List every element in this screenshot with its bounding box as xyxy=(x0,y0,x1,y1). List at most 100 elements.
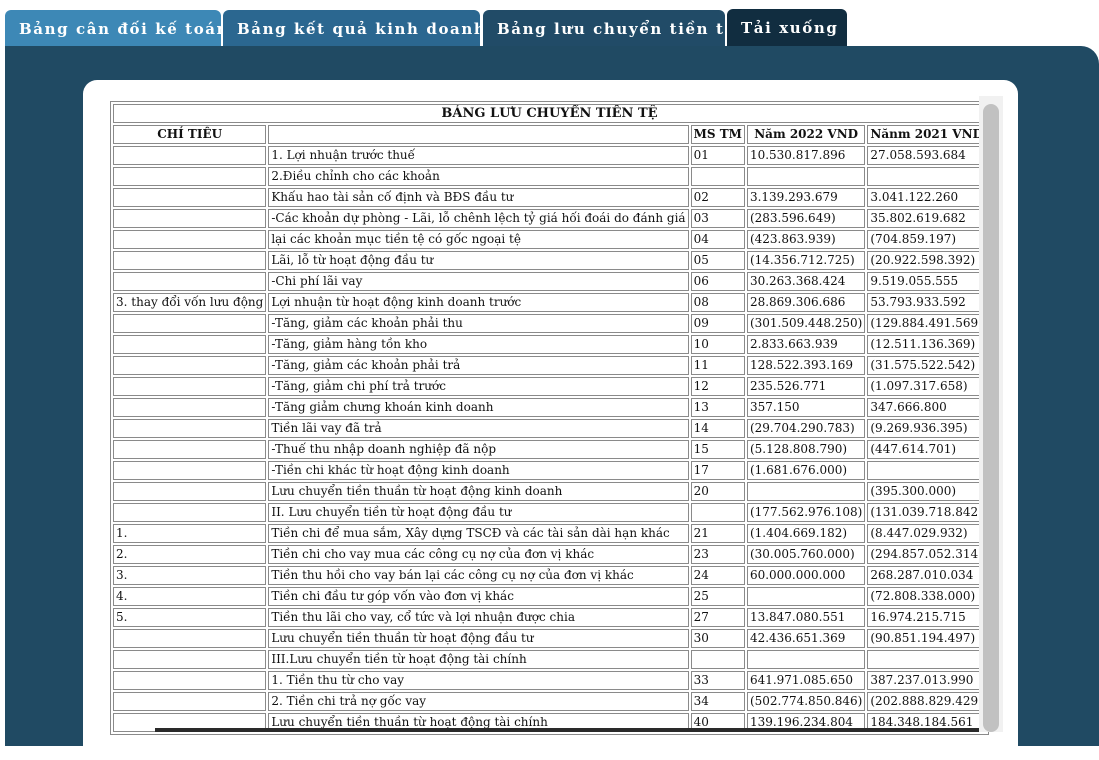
table-row: Lưu chuyển tiền thuần từ hoạt động kinh … xyxy=(113,482,986,501)
cell-description: -Tăng, giảm các khoản phải thu xyxy=(268,314,689,333)
cell-description: Khấu hao tài sản cố định và BĐS đầu tư xyxy=(268,188,689,207)
cell-2022 xyxy=(746,482,866,501)
cell-code: 13 xyxy=(690,398,745,417)
table-row: 5. Tiền thu lãi cho vay, cổ tức và lợi nh… xyxy=(113,608,986,627)
table-row: III.Lưu chuyển tiền từ hoạt động tài chí… xyxy=(113,650,986,669)
cell-indicator: 4. xyxy=(113,587,267,606)
cell-indicator xyxy=(113,356,267,375)
cell-2021: 27.058.593.684 xyxy=(867,146,986,165)
cell-2022: (423.863.939) xyxy=(746,230,866,249)
cell-code: 03 xyxy=(690,209,745,228)
cell-2022: (30.005.760.000) xyxy=(746,545,866,564)
cell-2021: (704.859.197) xyxy=(867,230,986,249)
table-body: 1. Lợi nhuận trước thuế 01 10.530.817.896 2… xyxy=(113,146,986,732)
cell-2022 xyxy=(746,167,866,186)
cell-2021: 268.287.010.034 xyxy=(867,566,986,585)
cell-code xyxy=(690,503,745,522)
cell-2021: 9.519.055.555 xyxy=(867,272,986,291)
table-row: II. Lưu chuyển tiền từ hoạt động đầu tư (… xyxy=(113,503,986,522)
cell-2022: 28.869.306.686 xyxy=(746,293,866,312)
cell-description: Lưu chuyển tiền thuần từ hoạt động đầu t… xyxy=(268,629,689,648)
tab-download[interactable]: Tải xuống xyxy=(727,9,847,48)
cell-2022: 13.847.080.551 xyxy=(746,608,866,627)
cell-2022: 357.150 xyxy=(746,398,866,417)
table-title-row: BẢNG LƯU CHUYỂN TIỀN TỆ xyxy=(113,104,986,123)
cell-indicator xyxy=(113,482,267,501)
cell-indicator xyxy=(113,272,267,291)
cell-indicator xyxy=(113,146,267,165)
cell-indicator xyxy=(113,503,267,522)
cell-indicator xyxy=(113,419,267,438)
cell-description: Lãi, lỗ từ hoạt động đầu tư xyxy=(268,251,689,270)
bottom-edge xyxy=(155,728,979,732)
cell-code: 30 xyxy=(690,629,745,648)
cell-description: Tiền lãi vay đã trả xyxy=(268,419,689,438)
table-row: lại các khoản mục tiền tệ có gốc ngoại t… xyxy=(113,230,986,249)
table-row: -Tiền chi khác từ hoạt động kinh doanh 17… xyxy=(113,461,986,480)
cell-2022 xyxy=(746,587,866,606)
cell-description: -Tăng, giảm hàng tồn kho xyxy=(268,335,689,354)
cell-code xyxy=(690,167,745,186)
table-row: -Tăng giảm chưng khoán kinh doanh 13 357.1… xyxy=(113,398,986,417)
cell-indicator xyxy=(113,314,267,333)
header-year-2022: Năm 2022 VND xyxy=(746,125,866,144)
tab-income-statement[interactable]: Bảng kết quả kinh doanh xyxy=(223,10,485,48)
cell-code: 01 xyxy=(690,146,745,165)
table-row: 1. Tiền chi để mua sắm, Xây dựng TSCĐ và … xyxy=(113,524,986,543)
cell-code: 06 xyxy=(690,272,745,291)
cell-indicator xyxy=(113,251,267,270)
table-row: Tiền lãi vay đã trả 14 (29.704.290.783) (9.… xyxy=(113,419,986,438)
cell-code: 23 xyxy=(690,545,745,564)
cell-indicator xyxy=(113,671,267,690)
cell-description: -Tăng, giảm chi phí trả trước xyxy=(268,377,689,396)
tab-balance-sheet[interactable]: Bảng cân đối kế toán xyxy=(5,10,228,48)
cell-2022: (502.774.850.846) xyxy=(746,692,866,711)
cell-indicator xyxy=(113,461,267,480)
cell-code: 17 xyxy=(690,461,745,480)
cell-2021: (202.888.829.429) xyxy=(867,692,986,711)
table-row: -Các khoản dự phòng - Lãi, lỗ chênh lệch… xyxy=(113,209,986,228)
cell-2021: (1.097.317.658) xyxy=(867,377,986,396)
cell-2021: 16.974.215.715 xyxy=(867,608,986,627)
cell-2022: (1.404.669.182) xyxy=(746,524,866,543)
cell-description: Tiền chi để mua sắm, Xây dựng TSCĐ và cá… xyxy=(268,524,689,543)
table-row: 3. Tiền thu hồi cho vay bán lại các công … xyxy=(113,566,986,585)
cell-code: 27 xyxy=(690,608,745,627)
cell-2021: (20.922.598.392) xyxy=(867,251,986,270)
cell-indicator xyxy=(113,167,267,186)
table-row: 4. Tiền chi đầu tư góp vốn vào đơn vị khá… xyxy=(113,587,986,606)
cell-indicator xyxy=(113,188,267,207)
cell-code: 34 xyxy=(690,692,745,711)
cell-2022: 2.833.663.939 xyxy=(746,335,866,354)
cell-2021: (447.614.701) xyxy=(867,440,986,459)
cell-code: 09 xyxy=(690,314,745,333)
cell-code: 02 xyxy=(690,188,745,207)
table-row: -Tăng, giảm các khoản phải thu 09 (301.509… xyxy=(113,314,986,333)
cell-description: -Tiền chi khác từ hoạt động kinh doanh xyxy=(268,461,689,480)
cell-code: 21 xyxy=(690,524,745,543)
table-header-row: CHỈ TIÊU MS TM Năm 2022 VND Nănm 2021 VN… xyxy=(113,125,986,144)
tab-cash-flow[interactable]: Bảng lưu chuyển tiền tệ xyxy=(483,10,734,48)
cell-indicator xyxy=(113,440,267,459)
cell-2022: 42.436.651.369 xyxy=(746,629,866,648)
cell-2022: (177.562.976.108) xyxy=(746,503,866,522)
cell-2022: (1.681.676.000) xyxy=(746,461,866,480)
cell-2021: 347.666.800 xyxy=(867,398,986,417)
table-row: 1. Tiền thu từ cho vay 33 641.971.085.650 3… xyxy=(113,671,986,690)
cell-indicator xyxy=(113,230,267,249)
scrollbar-thumb[interactable] xyxy=(983,104,999,732)
cell-indicator: 3. thay đổi vốn lưu động xyxy=(113,293,267,312)
cell-2021: (131.039.718.842) xyxy=(867,503,986,522)
cell-2022: 30.263.368.424 xyxy=(746,272,866,291)
cell-code: 25 xyxy=(690,587,745,606)
cell-2022: (29.704.290.783) xyxy=(746,419,866,438)
table-row: -Tăng, giảm các khoản phải trả 11 128.522.… xyxy=(113,356,986,375)
cell-2022: 3.139.293.679 xyxy=(746,188,866,207)
table-row: -Tăng, giảm hàng tồn kho 10 2.833.663.939(… xyxy=(113,335,986,354)
table-row: Lãi, lỗ từ hoạt động đầu tư 05 (14.356.712… xyxy=(113,251,986,270)
cell-2022: (14.356.712.725) xyxy=(746,251,866,270)
table-row: 2.Điều chỉnh cho các khoản xyxy=(113,167,986,186)
cell-2021: (72.808.338.000) xyxy=(867,587,986,606)
cell-2022: (301.509.448.250) xyxy=(746,314,866,333)
cell-indicator: 5. xyxy=(113,608,267,627)
